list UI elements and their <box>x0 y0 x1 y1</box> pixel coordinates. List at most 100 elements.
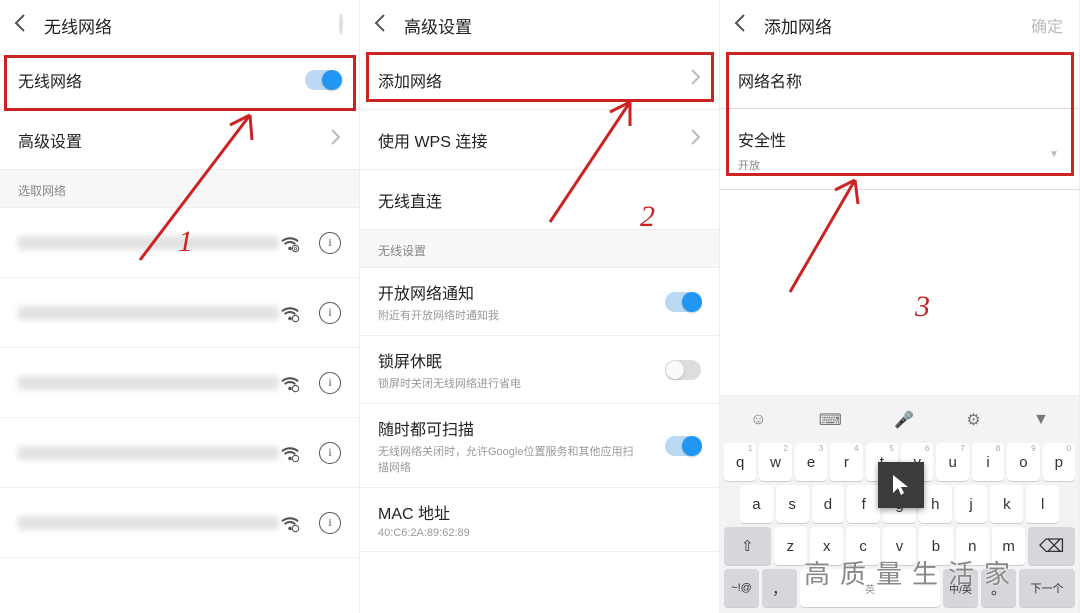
mac-value: 40:C6:2A:89:62:89 <box>378 527 701 539</box>
key-next[interactable]: 下一个 <box>1019 569 1075 607</box>
keyboard-row-3: ⇧ z x c v b n m ⌫ <box>724 527 1075 565</box>
keyboard-icon[interactable]: ⌨ <box>819 410 842 430</box>
key-b[interactable]: b <box>919 527 952 565</box>
security-value: 开放 <box>738 157 1061 173</box>
network-row[interactable]: i <box>0 418 359 488</box>
key-m[interactable]: m <box>992 527 1025 565</box>
select-network-section: 选取网络 <box>0 170 359 208</box>
mac-row: MAC 地址 40:C6:2A:89:62:89 <box>360 488 719 552</box>
key-w[interactable]: w <box>759 443 791 481</box>
mic-icon[interactable]: 🎤 <box>894 410 914 430</box>
key-shift[interactable]: ⇧ <box>724 527 771 565</box>
chevron-right-icon <box>691 129 701 150</box>
info-icon[interactable]: i <box>319 512 341 534</box>
key-d[interactable]: d <box>812 485 845 523</box>
refresh-icon[interactable] <box>339 16 343 34</box>
network-name-blurred <box>18 376 279 390</box>
header: 添加网络 确定 <box>720 0 1079 50</box>
wifi-direct-row[interactable]: 无线直连 <box>360 170 719 230</box>
cursor-overlay-icon <box>878 462 924 508</box>
info-icon[interactable]: i <box>319 302 341 324</box>
wps-row[interactable]: 使用 WPS 连接 <box>360 110 719 170</box>
mac-label: MAC 地址 <box>378 500 701 524</box>
key-space[interactable]: 英 <box>800 569 940 607</box>
confirm-button[interactable]: 确定 <box>1031 13 1063 37</box>
key-x[interactable]: x <box>810 527 843 565</box>
key-c[interactable]: c <box>846 527 879 565</box>
key-comma[interactable]: ， <box>762 569 797 607</box>
wifi-toggle-row[interactable]: 无线网络 <box>0 50 359 110</box>
key-f[interactable]: f <box>847 485 880 523</box>
emoji-icon[interactable]: ☺ <box>750 411 766 429</box>
key-period[interactable]: 。 <box>981 569 1016 607</box>
wifi-toggle[interactable] <box>305 70 341 90</box>
key-p[interactable]: p <box>1043 443 1075 481</box>
advanced-label: 高级设置 <box>18 128 331 152</box>
keyboard-row-4: ~!@ ， 英 中/英 。 下一个 <box>724 569 1075 607</box>
info-icon[interactable]: i <box>319 372 341 394</box>
key-r[interactable]: r <box>830 443 862 481</box>
wps-label: 使用 WPS 连接 <box>378 128 691 152</box>
open-notify-toggle[interactable] <box>665 292 701 312</box>
gear-icon[interactable]: ⚙ <box>966 410 980 430</box>
info-icon[interactable]: i <box>319 442 341 464</box>
open-notify-label: 开放网络通知 <box>378 280 665 304</box>
key-q[interactable]: q <box>724 443 756 481</box>
wifi-signal-icon <box>279 512 301 534</box>
key-a[interactable]: a <box>740 485 773 523</box>
scan-toggle[interactable] <box>665 436 701 456</box>
panel-wireless: 无线网络 无线网络 高级设置 选取网络 i i <box>0 0 360 613</box>
advanced-settings-row[interactable]: 高级设置 <box>0 110 359 170</box>
network-name-label: 网络名称 <box>738 68 1061 92</box>
key-backspace[interactable]: ⌫ <box>1028 527 1075 565</box>
key-l[interactable]: l <box>1026 485 1059 523</box>
network-row[interactable]: i <box>0 278 359 348</box>
back-icon[interactable] <box>14 14 26 37</box>
back-icon[interactable] <box>734 14 746 37</box>
sleep-toggle[interactable] <box>665 360 701 380</box>
wifi-toggle-label: 无线网络 <box>18 68 305 92</box>
network-row[interactable]: i <box>0 488 359 558</box>
page-title: 添加网络 <box>764 13 832 38</box>
key-lang[interactable]: 中/英 <box>943 569 978 607</box>
key-n[interactable]: n <box>956 527 989 565</box>
network-name-blurred <box>18 306 279 320</box>
key-v[interactable]: v <box>883 527 916 565</box>
sleep-label: 锁屏休眠 <box>378 348 665 372</box>
open-notify-sub: 附近有开放网络时通知我 <box>378 307 665 323</box>
network-name-blurred <box>18 236 279 250</box>
info-icon[interactable]: i <box>319 232 341 254</box>
header: 高级设置 <box>360 0 719 50</box>
key-e[interactable]: e <box>795 443 827 481</box>
key-j[interactable]: j <box>955 485 988 523</box>
key-s[interactable]: s <box>776 485 809 523</box>
key-o[interactable]: o <box>1007 443 1039 481</box>
network-name-field[interactable]: 网络名称 <box>720 50 1079 109</box>
back-icon[interactable] <box>374 14 386 37</box>
key-k[interactable]: k <box>990 485 1023 523</box>
page-title: 无线网络 <box>44 13 112 38</box>
page-title: 高级设置 <box>404 13 472 38</box>
annotation-arrow-3 <box>780 172 910 302</box>
wireless-section: 无线设置 <box>360 230 719 268</box>
key-symbols[interactable]: ~!@ <box>724 569 759 607</box>
header: 无线网络 <box>0 0 359 50</box>
network-row[interactable]: i <box>0 348 359 418</box>
network-name-blurred <box>18 446 279 460</box>
collapse-icon[interactable]: ▼ <box>1033 411 1049 429</box>
scan-row[interactable]: 随时都可扫描 无线网络关闭时，允许Google位置服务和其他应用扫描网络 <box>360 404 719 488</box>
key-z[interactable]: z <box>774 527 807 565</box>
sleep-sub: 锁屏时关闭无线网络进行省电 <box>378 375 665 391</box>
security-field[interactable]: 安全性 开放 ▼ <box>720 109 1079 190</box>
open-notify-row[interactable]: 开放网络通知 附近有开放网络时通知我 <box>360 268 719 336</box>
key-u[interactable]: u <box>936 443 968 481</box>
keyboard-toolbar: ☺ ⌨ 🎤 ⚙ ▼ <box>724 401 1075 439</box>
add-network-row[interactable]: 添加网络 <box>360 50 719 110</box>
annotation-step-1: 1 <box>178 225 193 259</box>
security-label: 安全性 <box>738 127 1061 151</box>
panel-add-network: 添加网络 确定 网络名称 安全性 开放 ▼ 3 ☺ ⌨ 🎤 ⚙ ▼ q w e … <box>720 0 1080 613</box>
sleep-row[interactable]: 锁屏休眠 锁屏时关闭无线网络进行省电 <box>360 336 719 404</box>
chevron-right-icon <box>691 69 701 90</box>
wifi-signal-icon <box>279 442 301 464</box>
key-i[interactable]: i <box>972 443 1004 481</box>
